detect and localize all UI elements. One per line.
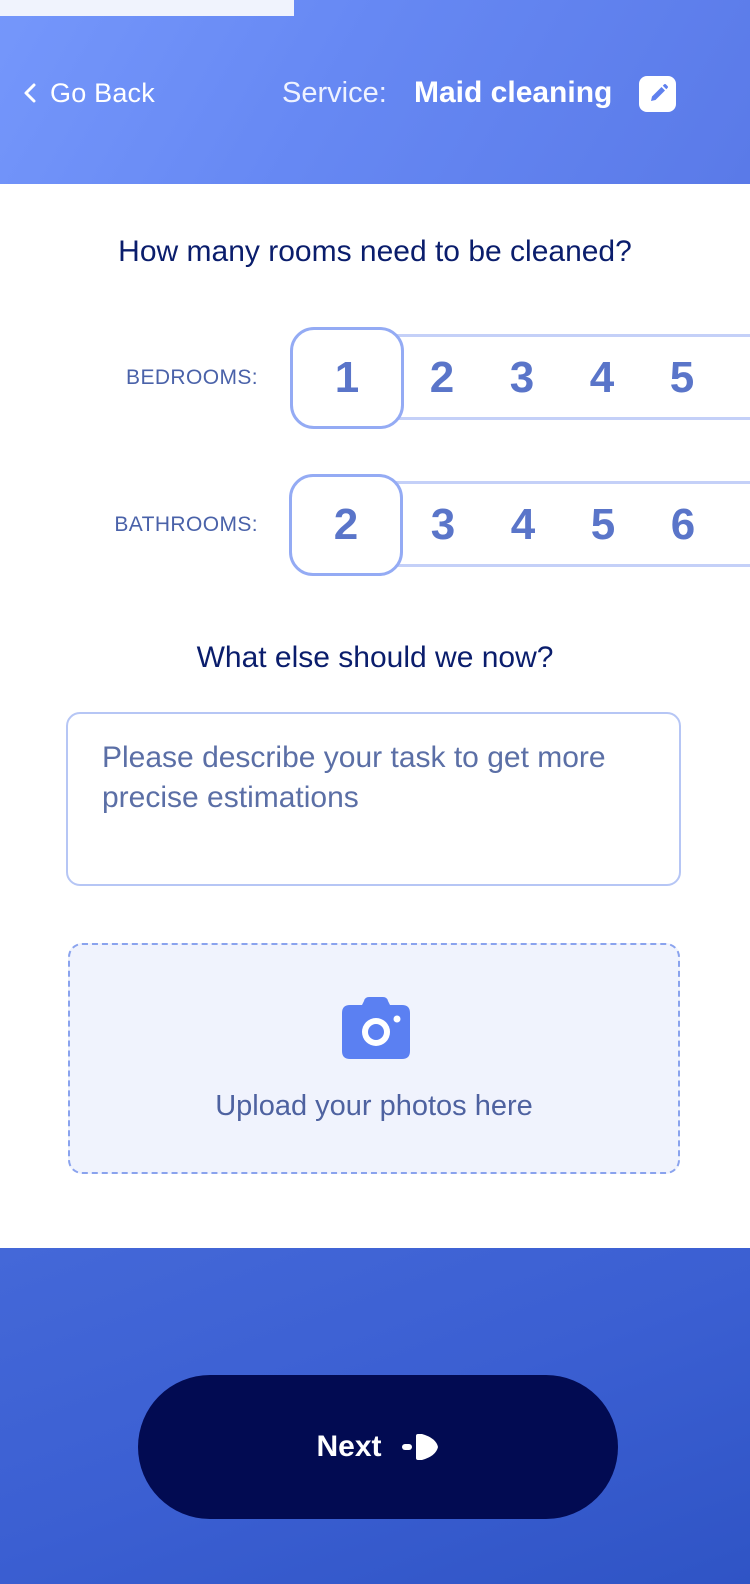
go-back-button[interactable]: Go Back [22, 74, 155, 112]
task-description-field [66, 712, 681, 886]
go-back-label: Go Back [50, 77, 155, 108]
footer: Next [0, 1248, 750, 1584]
bathrooms-option[interactable]: 3 [413, 495, 473, 555]
header: Go Back Service: Maid cleaning [0, 0, 750, 184]
upload-label: Upload your photos here [215, 1090, 533, 1122]
next-label: Next [316, 1430, 382, 1463]
camera-icon [342, 997, 410, 1059]
bathrooms-option[interactable]: 6 [653, 495, 713, 555]
bedrooms-option[interactable]: 4 [572, 348, 632, 408]
bedrooms-label: BEDROOMS: [126, 366, 258, 389]
bedrooms-option[interactable]: 2 [412, 348, 472, 408]
edit-service-button[interactable] [639, 76, 676, 112]
bedrooms-option-selected[interactable]: 1 [290, 327, 404, 429]
header-tab-indicator [0, 0, 294, 16]
bathrooms-label: BATHROOMS: [114, 513, 258, 536]
service-value: Maid cleaning [414, 76, 613, 109]
service-label: Service: [282, 77, 387, 109]
pencil-icon [650, 83, 668, 101]
details-question: What else should we now? [196, 641, 554, 674]
rooms-question: How many rooms need to be cleaned? [118, 235, 632, 268]
bedrooms-option[interactable]: 3 [492, 348, 552, 408]
task-description-input[interactable] [68, 714, 679, 884]
arrow-right-icon [401, 1434, 438, 1460]
bathrooms-option-selected[interactable]: 2 [289, 474, 403, 576]
bathrooms-option[interactable]: 5 [573, 495, 633, 555]
bedrooms-option[interactable]: 5 [652, 348, 712, 408]
next-button[interactable]: Next [138, 1375, 618, 1519]
photo-upload-dropzone[interactable]: Upload your photos here [68, 943, 680, 1174]
chevron-left-icon [24, 83, 36, 103]
bathrooms-option[interactable]: 4 [493, 495, 553, 555]
